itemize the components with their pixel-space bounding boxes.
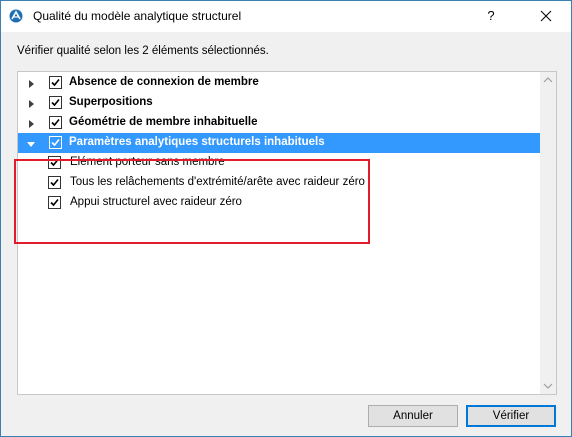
tree-item-label: Paramètres analytiques structurels inhab… bbox=[69, 136, 325, 148]
checkbox[interactable] bbox=[49, 76, 62, 89]
help-button[interactable]: ? bbox=[479, 4, 503, 28]
expand-right-icon[interactable] bbox=[26, 98, 36, 108]
checkbox[interactable] bbox=[49, 136, 62, 149]
expand-right-icon[interactable] bbox=[26, 118, 36, 128]
tree-category-row[interactable]: Absence de connexion de membre bbox=[18, 73, 540, 93]
close-button[interactable] bbox=[534, 4, 558, 28]
scroll-up-icon[interactable] bbox=[540, 72, 556, 88]
checkmark-icon bbox=[51, 98, 60, 107]
annotation-highlight-box bbox=[14, 159, 370, 244]
expand-down-icon[interactable] bbox=[26, 138, 36, 148]
checkmark-icon bbox=[51, 138, 60, 147]
tree-category-row[interactable]: Paramètres analytiques structurels inhab… bbox=[18, 133, 540, 153]
tree-item-label: Absence de connexion de membre bbox=[69, 76, 259, 88]
verify-button[interactable]: Vérifier bbox=[466, 405, 556, 427]
vertical-scrollbar[interactable] bbox=[540, 72, 556, 394]
close-icon bbox=[540, 10, 552, 22]
tree-category-row[interactable]: Géométrie de membre inhabituelle bbox=[18, 113, 540, 133]
title-bar[interactable]: Qualité du modèle analytique structurel … bbox=[1, 1, 571, 32]
dialog-window: Qualité du modèle analytique structurel … bbox=[0, 0, 572, 437]
instructions-text: Vérifier qualité selon les 2 éléments sé… bbox=[17, 45, 269, 57]
checkmark-icon bbox=[51, 118, 60, 127]
dialog-content: Vérifier qualité selon les 2 éléments sé… bbox=[1, 32, 571, 436]
cancel-button[interactable]: Annuler bbox=[368, 405, 458, 427]
checkbox[interactable] bbox=[49, 116, 62, 129]
tree-item-label: Géométrie de membre inhabituelle bbox=[69, 116, 258, 128]
app-logo-icon bbox=[9, 9, 23, 23]
tree-category-row[interactable]: Superpositions bbox=[18, 93, 540, 113]
window-title: Qualité du modèle analytique structurel bbox=[33, 9, 242, 23]
scroll-down-icon[interactable] bbox=[540, 378, 556, 394]
checkmark-icon bbox=[51, 78, 60, 87]
expand-right-icon[interactable] bbox=[26, 78, 36, 88]
checkbox[interactable] bbox=[49, 96, 62, 109]
tree-item-label: Superpositions bbox=[69, 96, 153, 108]
